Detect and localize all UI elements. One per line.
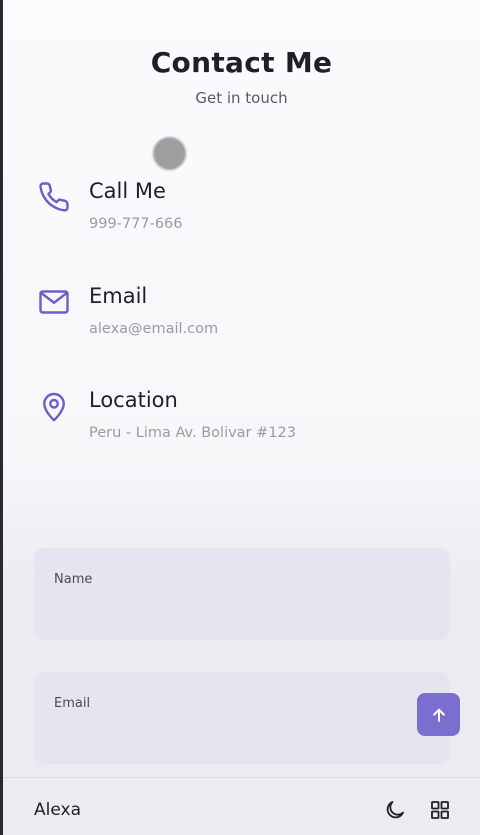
location-pin-icon: [36, 388, 72, 424]
grid-icon[interactable]: [428, 798, 452, 822]
contact-item-call: Call Me 999-777-666: [3, 179, 480, 249]
scroll-up-button[interactable]: [417, 693, 460, 736]
email-field[interactable]: Email: [34, 672, 450, 764]
contact-item-value: Peru - Lima Av. Bolivar #123: [89, 425, 296, 441]
contact-item-value[interactable]: alexa@email.com: [89, 321, 218, 337]
contact-item-label: Email: [89, 284, 148, 308]
contact-item-value[interactable]: 999-777-666: [89, 216, 183, 232]
touch-cursor-indicator: [153, 137, 186, 170]
bottom-nav-bar: Alexa: [3, 777, 480, 835]
contact-item-label: Location: [89, 388, 178, 412]
contact-page: Contact Me Get in touch Call Me 999-777-…: [3, 0, 480, 835]
moon-icon[interactable]: [383, 798, 407, 822]
page-subtitle: Get in touch: [195, 89, 288, 107]
contact-item-email: Email alexa@email.com: [3, 284, 480, 354]
email-field-label: Email: [54, 696, 91, 711]
name-field[interactable]: Name: [34, 548, 450, 640]
email-input[interactable]: [54, 720, 424, 750]
page-title: Contact Me: [150, 46, 333, 79]
name-field-label: Name: [54, 572, 93, 587]
contact-item-location: Location Peru - Lima Av. Bolivar #123: [3, 388, 480, 458]
brand-logo-text[interactable]: Alexa: [34, 800, 81, 820]
contact-item-label: Call Me: [89, 179, 166, 203]
phone-icon: [36, 179, 72, 215]
name-input[interactable]: [54, 596, 424, 626]
mail-icon: [36, 284, 72, 320]
arrow-up-icon: [432, 708, 445, 722]
